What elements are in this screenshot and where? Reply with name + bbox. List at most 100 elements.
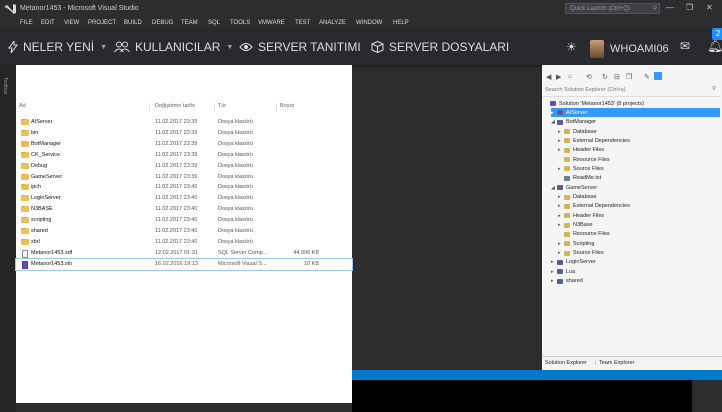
file-name: LoginServer [31, 195, 61, 202]
file-row[interactable]: N3BASE 11.02.2017 23:40 Dosya klasörü [16, 204, 352, 215]
file-type: Dosya klasörü [218, 140, 253, 147]
tree-item[interactable]: ▸ External Dependencies [558, 202, 630, 211]
tree-item[interactable]: ▸ Scripting [558, 239, 594, 248]
menu-analyze[interactable]: ANALYZE [319, 20, 346, 26]
tree-item[interactable]: ▸ Source Files [558, 164, 604, 173]
tree-item[interactable]: ▸ Source Files [558, 249, 604, 258]
toolbox-tab[interactable]: Toolbox [2, 77, 8, 94]
user-menu[interactable]: WHOAMI06 [590, 40, 669, 58]
tab-team-explorer[interactable]: Team Explorer [599, 360, 634, 366]
tree-item[interactable]: ◢ BotManager [551, 118, 596, 127]
tree-item[interactable]: ▸ Header Files [558, 146, 604, 155]
file-type: Dosya klasörü [218, 119, 253, 125]
menu-team[interactable]: TEAM [181, 20, 198, 26]
tree-item-label: BotManager [566, 119, 596, 126]
file-row[interactable]: scripting 11.02.2017 23:40 Dosya klasörü [16, 215, 352, 226]
maximize-button[interactable]: ❐ [686, 3, 693, 12]
file-row[interactable]: AIServer 11.02.2017 23:39 Dosya klasörü [16, 117, 352, 128]
tree-item[interactable]: ▸ shared [551, 277, 583, 286]
menu-debug[interactable]: DEBUG [152, 20, 173, 26]
file-name: Metanor1453.sdf [31, 249, 73, 256]
close-button[interactable]: ✕ [706, 3, 713, 12]
file-name: Debug [31, 162, 48, 169]
column-date[interactable]: Değiştirme tarihi [155, 103, 195, 109]
tree-item[interactable]: ReadMe.txt [558, 174, 601, 183]
forward-icon[interactable]: ▶ [556, 73, 561, 81]
tree-item[interactable]: ▸ Database [558, 127, 597, 136]
eye-icon [239, 43, 253, 51]
tree-item[interactable]: Resource Files [558, 230, 610, 239]
nav-users-label: KULLANICILAR [135, 40, 221, 54]
notification-badge: 2 [712, 28, 722, 40]
file-row[interactable]: GameServer 11.02.2017 23:39 Dosya klasörü [16, 172, 352, 183]
menu-edit[interactable]: EDIT [41, 20, 55, 26]
menu-view[interactable]: VIEW [64, 20, 79, 26]
menu-file[interactable]: FILE [20, 20, 33, 26]
column-type[interactable]: Tür [218, 103, 226, 109]
file-row[interactable]: shared 11.02.2017 23:40 Dosya klasörü [16, 226, 352, 237]
tree-item[interactable]: ▸ N3Base [558, 221, 593, 230]
tree-item[interactable]: ▸ External Dependencies [558, 136, 630, 145]
tab-solution-explorer[interactable]: Solution Explorer [545, 360, 587, 366]
tree-item[interactable]: ▸ AIServer [551, 108, 720, 118]
tree-item-label: Database [573, 194, 597, 200]
menu-project[interactable]: PROJECT [88, 20, 116, 26]
column-name[interactable]: Ad [19, 103, 26, 109]
tree-item[interactable]: Resource Files [558, 155, 610, 164]
quick-launch-input[interactable]: Quick Launch (Ctrl+Q) ⚲ [565, 3, 660, 14]
nav-server-intro[interactable]: SERVER TANITIMI [239, 40, 361, 54]
file-row[interactable]: bin 11.02.2017 23:39 Dosya klasörü [16, 128, 352, 139]
file-type: Microsoft Visual S... [218, 260, 267, 267]
project-icon [557, 110, 563, 116]
mail-icon[interactable]: ✉ [680, 39, 690, 53]
tree-item-label: Scripting [573, 240, 595, 247]
refresh-icon[interactable]: ↻ [602, 73, 608, 81]
folder-icon [21, 173, 29, 180]
tree-item[interactable]: ◢ GameServer [551, 183, 597, 192]
minimize-button[interactable]: — [666, 3, 674, 12]
back-icon[interactable]: ◀ [546, 73, 551, 81]
menu-tools[interactable]: TOOLS [230, 20, 250, 26]
file-row[interactable]: xbrl 11.02.2017 23:40 Dosya klasörü [16, 237, 352, 248]
sync-icon[interactable]: ⟲ [586, 73, 592, 81]
nav-server-files[interactable]: SERVER DOSYALARI [371, 40, 509, 54]
nav-users[interactable]: KULLANICILAR ▼ [114, 40, 233, 54]
file-icon [22, 249, 28, 258]
file-type: Dosya klasörü [218, 173, 253, 180]
preview-icon[interactable] [654, 72, 662, 80]
filter-folder-icon [564, 213, 570, 219]
tree-item[interactable]: ▸ Database [558, 193, 597, 202]
file-row[interactable]: ipch 11.02.2017 23:40 Dosya klasörü [16, 182, 352, 193]
column-divider [149, 103, 150, 112]
file-row[interactable]: LoginServer 11.02.2017 23:40 Dosya klasörü [16, 193, 352, 204]
brightness-icon[interactable]: ☀ [566, 40, 577, 54]
tree-item[interactable]: ▸ Lua [551, 267, 575, 276]
file-row[interactable]: Debug 11.02.2017 23:39 Dosya klasörü [16, 161, 352, 172]
menu-test[interactable]: TEST [295, 20, 310, 26]
file-name: scripting [31, 217, 52, 224]
show-files-icon[interactable]: ❐ [626, 73, 632, 81]
menu-window[interactable]: WINDOW [356, 20, 382, 26]
tree-item[interactable]: ▸ LoginServer [551, 258, 596, 267]
nav-whats-new[interactable]: NELER YENİ ▼ [8, 40, 107, 54]
file-row[interactable]: BotManager 11.02.2017 23:39 Dosya klasörü [16, 139, 352, 150]
column-size[interactable]: Boyut [280, 103, 294, 109]
lightning-icon [8, 41, 18, 53]
file-size: 44.096 KB [293, 249, 319, 256]
file-row[interactable]: Metanor1453.sln 16.02.2016 19:13 Microsoft… [15, 257, 353, 271]
collapse-icon[interactable]: ⊟ [614, 73, 620, 81]
menu-vmware[interactable]: VMWARE [258, 20, 285, 26]
menu-help[interactable]: HELP [393, 20, 409, 26]
tree-item[interactable]: Solution 'Metanor1453' (8 projects) [544, 99, 644, 108]
solution-search-input[interactable]: Search Solution Explorer (Ctrl+ş) ⚲ [542, 86, 720, 97]
tree-item[interactable]: ▸ Header Files [558, 211, 604, 220]
menu-build[interactable]: BUILD [124, 20, 142, 26]
tree-item-label: shared [566, 278, 583, 285]
file-row[interactable]: CK_Service 11.02.2017 23:39 Dosya klasörü [16, 150, 352, 161]
properties-icon[interactable]: ✎ [644, 73, 650, 81]
file-row[interactable]: Metanor1453.sdf 12.02.2017 01:31 SQL Serve… [16, 248, 352, 259]
home-icon[interactable]: ⌂ [568, 73, 572, 80]
bell-icon[interactable]: 🔔︎ [707, 38, 722, 54]
menu-sql[interactable]: SQL [208, 20, 220, 26]
tree-item-label: Source Files [573, 165, 604, 172]
